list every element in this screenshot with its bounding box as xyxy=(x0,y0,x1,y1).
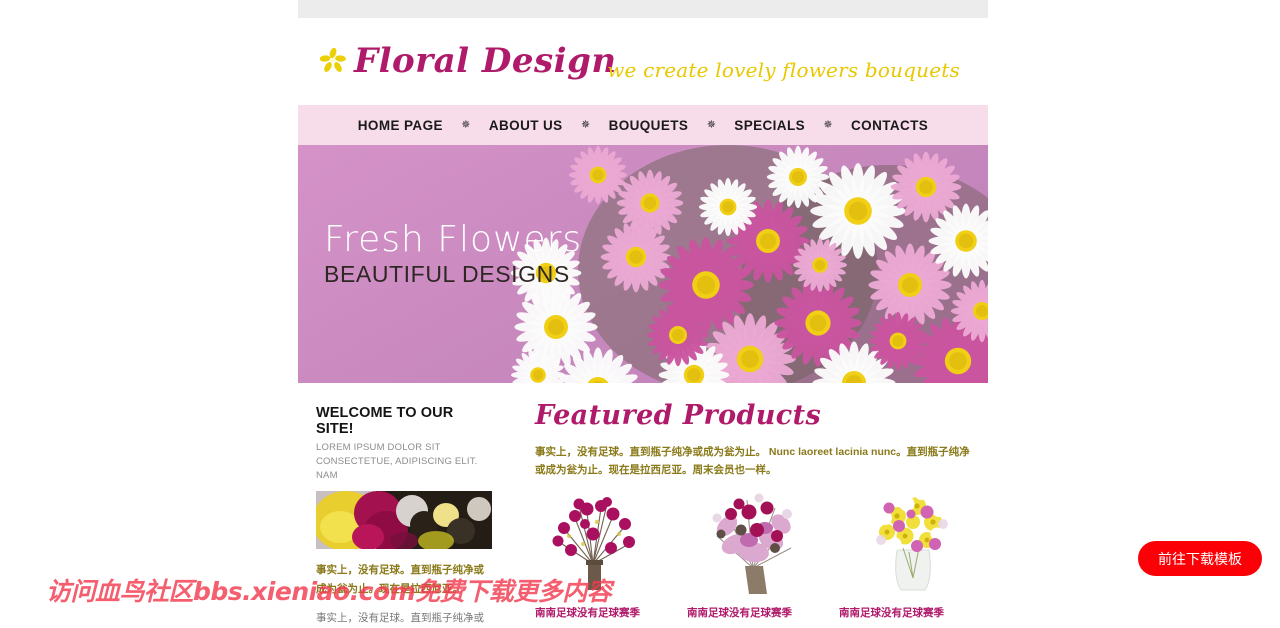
nav-separator-icon: ✵ xyxy=(823,118,833,131)
product-link-1[interactable]: 南南足球没有足球赛季 xyxy=(535,605,687,620)
product-image-1[interactable] xyxy=(535,478,687,596)
featured-products-section: Featured Products 事实上，没有足球。直到瓶子纯净或成为瓮为止。… xyxy=(535,401,970,479)
flower-icon xyxy=(319,47,346,74)
nav-item-specials[interactable]: SPECIALS xyxy=(734,118,805,133)
nav-separator-icon: ✵ xyxy=(461,118,471,131)
sidebar-flowers-image xyxy=(316,491,492,550)
product-card[interactable]: 南南足球没有足球赛季 xyxy=(839,478,991,620)
hero-subheadline: BEAUTIFUL DESIGNS xyxy=(324,260,570,287)
main-navigation[interactable]: HOME PAGE ✵ ABOUT US ✵ BOUQUETS ✵ SPECIA… xyxy=(298,105,988,145)
site-container: Floral Design we create lovely flowers b… xyxy=(298,0,991,628)
welcome-subtitle: LOREM IPSUM DOLOR SIT CONSECTETUE, ADIPI… xyxy=(316,442,478,481)
sidebar-highlight-paragraph: 事实上，没有足球。直到瓶子纯净或成为瓮为止。现在是拉西尼亚。 xyxy=(316,564,484,595)
product-link-3[interactable]: 南南足球没有足球赛季 xyxy=(839,605,991,620)
logo-text: Floral Design xyxy=(354,41,617,81)
content-area: WELCOME TO OUR SITE! LOREM IPSUM DOLOR S… xyxy=(298,383,991,628)
download-template-button[interactable]: 前往下载模板 xyxy=(1138,541,1262,576)
product-image-3[interactable] xyxy=(839,478,991,596)
product-card[interactable]: 南南足球没有足球赛季 xyxy=(687,478,839,620)
site-logo[interactable]: Floral Design xyxy=(319,41,617,81)
product-list: 南南足球没有足球赛季 南南足球没有足球赛季 南南足球没有足球赛季 xyxy=(535,478,991,620)
nav-separator-icon: ✵ xyxy=(580,118,591,131)
site-tagline: we create lovely flowers bouquets xyxy=(607,58,960,82)
welcome-heading: WELCOME TO OUR SITE! xyxy=(316,405,454,437)
featured-products-intro: 事实上，没有足球。直到瓶子纯净或成为瓮为止。 Nunc laoreet laci… xyxy=(535,445,970,477)
sidebar: WELCOME TO OUR SITE! LOREM IPSUM DOLOR S… xyxy=(316,405,494,628)
product-card[interactable]: 南南足球没有足球赛季 xyxy=(535,478,687,620)
hero-headline: Fresh Flowers xyxy=(324,219,583,260)
nav-item-about-us[interactable]: ABOUT US xyxy=(489,118,563,133)
nav-item-home-page[interactable]: HOME PAGE xyxy=(358,118,443,133)
featured-products-heading: Featured Products xyxy=(535,400,822,431)
sidebar-body-paragraph: 事实上，没有足球。直到瓶子纯净或成为瓮为止。现在是拉西尼亚。周末会员也一样。但马… xyxy=(316,612,484,625)
product-link-2[interactable]: 南南足球没有足球赛季 xyxy=(687,605,839,620)
hero-banner: Fresh Flowers BEAUTIFUL DESIGNS xyxy=(298,145,988,383)
site-header: Floral Design we create lovely flowers b… xyxy=(298,18,988,105)
nav-item-contacts[interactable]: CONTACTS xyxy=(851,118,928,133)
nav-separator-icon: ✵ xyxy=(706,118,716,131)
nav-item-bouquets[interactable]: BOUQUETS xyxy=(609,118,689,133)
top-texture-strip xyxy=(298,0,988,18)
hero-text-block: Fresh Flowers BEAUTIFUL DESIGNS xyxy=(324,221,582,288)
page-root: Floral Design we create lovely flowers b… xyxy=(0,0,1280,628)
product-image-2[interactable] xyxy=(687,478,839,596)
